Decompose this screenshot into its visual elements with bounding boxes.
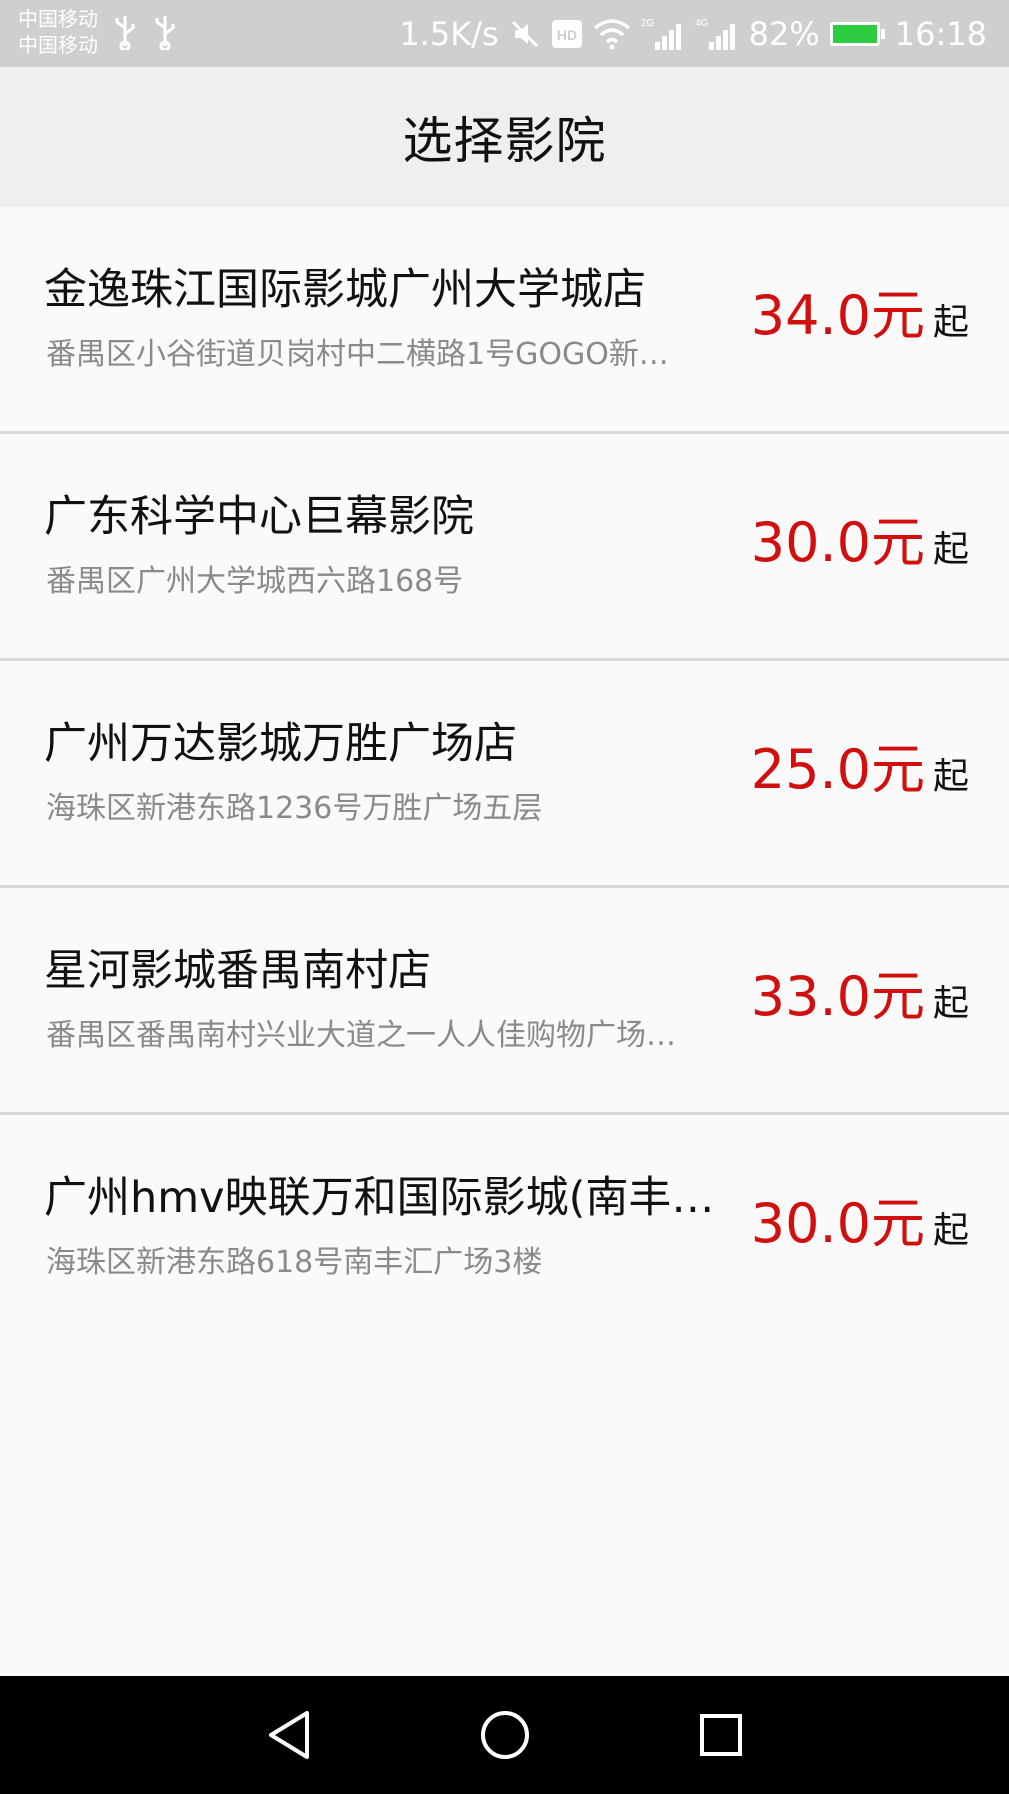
price-value: 33.0元 [750,965,925,1028]
cinema-name: 广州万达影城万胜广场店 [44,719,517,769]
cinema-item[interactable]: 广州万达影城万胜广场店 海珠区新港东路1236号万胜广场五层 25.0元 起 [0,661,1009,888]
cinema-price: 25.0元 起 [751,725,969,804]
carrier-1: 中国移动 [18,7,98,31]
cinema-address: 番禺区小谷街道贝岗村中二横路1号GOGO新… [46,337,669,372]
svg-text:2G: 2G [641,18,655,29]
cinema-address: 番禺区番禺南村兴业大道之一人人佳购物广场… [46,1018,676,1053]
price-value: 30.0元 [750,511,925,574]
home-icon[interactable] [477,1707,533,1763]
cinema-item[interactable]: 广东科学中心巨幕影院 番禺区广州大学城西六路168号 30.0元 起 [0,434,1009,661]
page-header: 选择影院 [0,67,1009,207]
price-suffix: 起 [932,756,969,797]
cinema-price: 33.0元 起 [751,952,969,1031]
status-bar: 中国移动 中国移动 1.5K/s HD 2G 4G 82% 16:18 [0,0,1009,67]
svg-text:HD: HD [557,27,577,43]
back-icon[interactable] [261,1707,317,1763]
signal-icon: 4G [695,16,739,52]
price-value: 30.0元 [750,1192,925,1255]
cinema-price: 30.0元 起 [751,498,969,577]
price-value: 34.0元 [750,284,925,347]
cinema-price: 34.0元 起 [751,271,969,350]
wifi-icon [593,18,631,50]
cinema-name: 广州hmv映联万和国际影城(南丰… [44,1173,715,1223]
hd-icon: HD [551,19,583,49]
usb-icon [155,16,175,50]
cinema-address: 番禺区广州大学城西六路168号 [46,564,464,599]
cinema-name: 广东科学中心巨幕影院 [44,492,474,542]
price-suffix: 起 [932,302,969,343]
price-value: 25.0元 [750,738,925,801]
price-suffix: 起 [932,1210,969,1251]
battery-charging-icon [829,22,885,46]
price-suffix: 起 [932,529,969,570]
cinema-price: 30.0元 起 [751,1179,969,1258]
svg-text:4G: 4G [695,18,709,29]
cinema-item[interactable]: 广州hmv映联万和国际影城(南丰… 海珠区新港东路618号南丰汇广场3楼 30.… [0,1115,1009,1342]
clock: 16:18 [894,15,987,53]
cinema-address: 海珠区新港东路618号南丰汇广场3楼 [46,1245,543,1280]
price-suffix: 起 [932,983,969,1024]
cinema-name: 金逸珠江国际影城广州大学城店 [44,265,646,315]
page-title: 选择影院 [402,112,607,170]
cinema-item[interactable]: 金逸珠江国际影城广州大学城店 番禺区小谷街道贝岗村中二横路1号GOGO新… 34… [0,207,1009,434]
cinema-name: 星河影城番禺南村店 [44,946,431,996]
carrier-2: 中国移动 [18,33,98,57]
carrier-info: 中国移动 中国移动 [18,6,98,58]
cinema-list: 金逸珠江国际影城广州大学城店 番禺区小谷街道贝岗村中二横路1号GOGO新… 34… [0,207,1009,1342]
system-nav-bar [0,1676,1009,1794]
cinema-address: 海珠区新港东路1236号万胜广场五层 [46,791,543,826]
recents-icon[interactable] [693,1707,749,1763]
cinema-item[interactable]: 星河影城番禺南村店 番禺区番禺南村兴业大道之一人人佳购物广场… 33.0元 起 [0,888,1009,1115]
usb-icon [115,16,135,50]
mute-icon [509,18,541,50]
net-speed: 1.5K/s [399,15,499,53]
signal-icon: 2G [641,16,685,52]
usb-icons [112,14,178,50]
status-right: 1.5K/s HD 2G 4G 82% 16:18 [399,8,987,60]
battery-percent: 82% [748,15,820,53]
